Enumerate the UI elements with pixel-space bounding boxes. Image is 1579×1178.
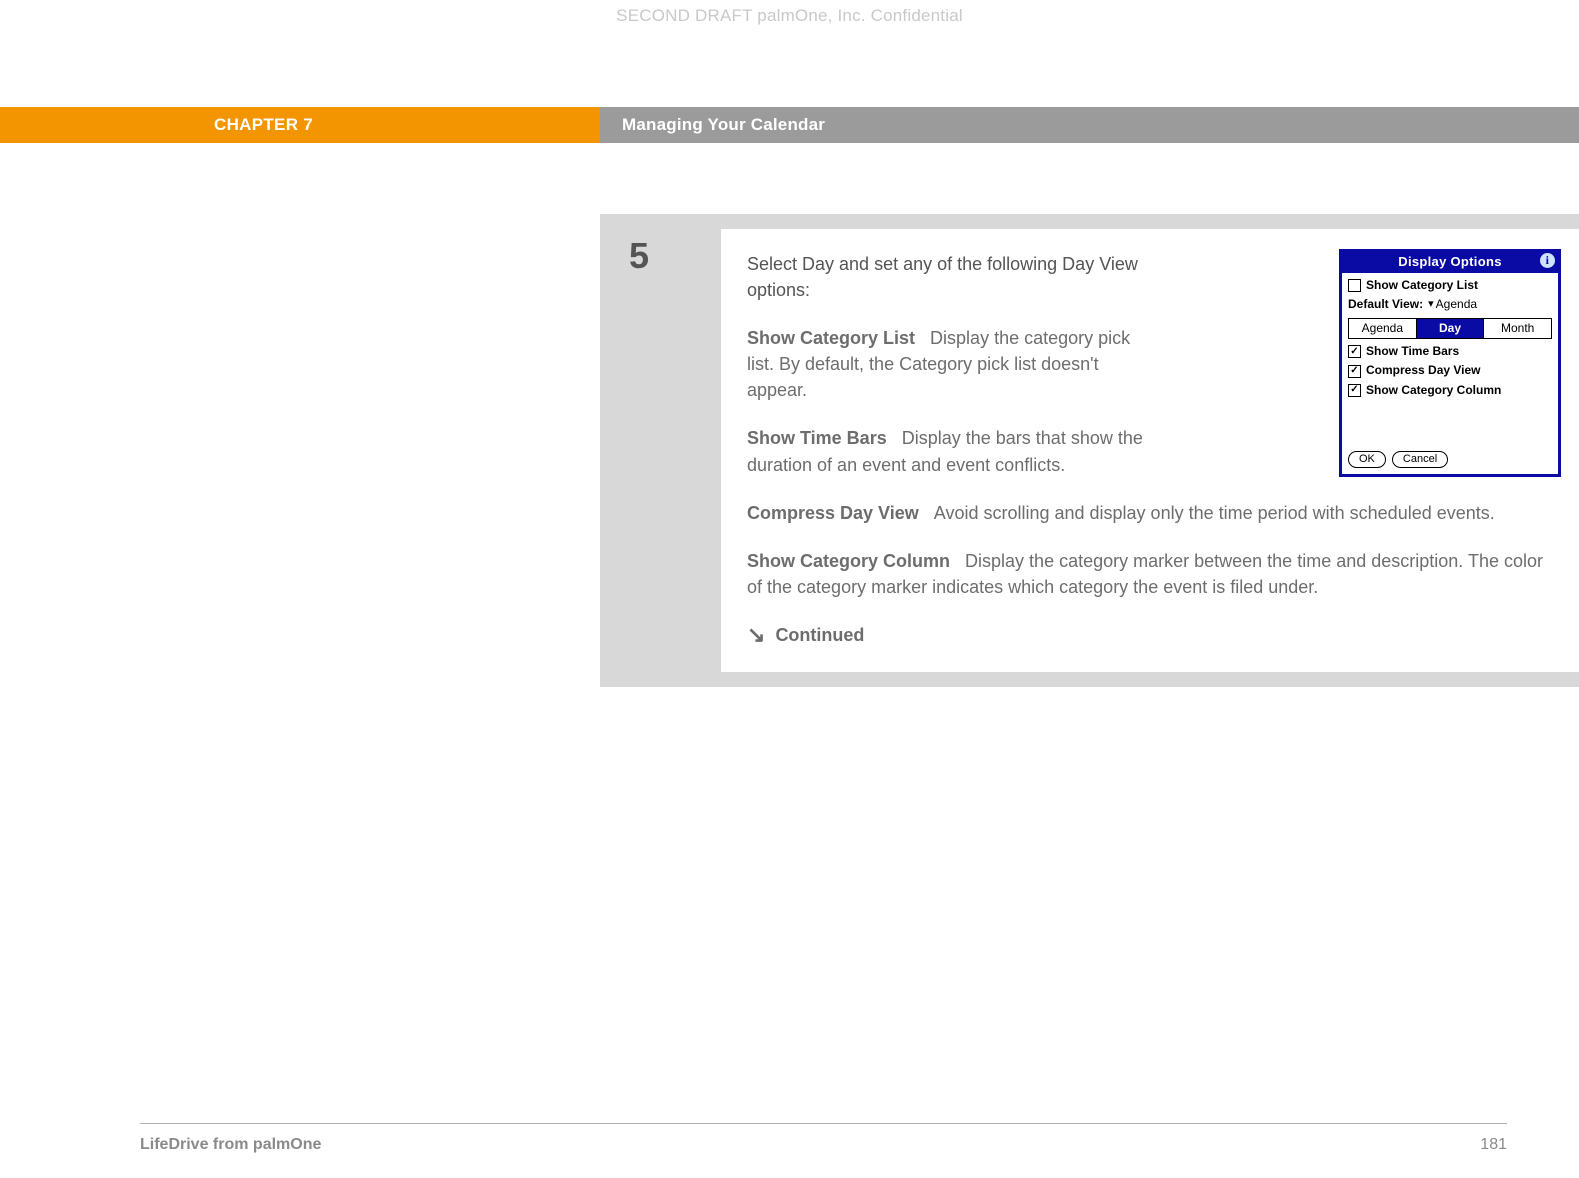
option-title: Show Category Column xyxy=(747,551,950,571)
step-block: 5 Select Day and set any of the followin… xyxy=(600,214,1579,687)
dialog-title: Display Options xyxy=(1398,254,1501,269)
option-title: Compress Day View xyxy=(747,503,919,523)
continued-arrow-icon: ↘ xyxy=(747,624,765,646)
step-number: 5 xyxy=(615,229,695,672)
footer-rule xyxy=(140,1123,1507,1124)
default-view-dropdown[interactable]: Agenda xyxy=(1428,296,1477,313)
step-content: Select Day and set any of the following … xyxy=(721,229,1579,672)
tab-month[interactable]: Month xyxy=(1484,319,1551,338)
show-category-column-row: ✓ Show Category Column xyxy=(1348,382,1552,399)
continued-indicator: ↘ Continued xyxy=(747,622,1561,648)
page-footer: LifeDrive from palmOne 181 xyxy=(140,1136,1507,1154)
option-show-time-bars: Show Time Bars Display the bars that sho… xyxy=(747,425,1147,477)
default-view-label: Default View: xyxy=(1348,296,1423,313)
show-category-column-checkbox[interactable]: ✓ xyxy=(1348,384,1361,397)
compress-day-view-row: ✓ Compress Day View xyxy=(1348,362,1552,379)
display-options-screenshot: Display Options i Show Category List Def… xyxy=(1339,249,1561,477)
option-desc: Avoid scrolling and display only the tim… xyxy=(934,503,1495,523)
tab-day[interactable]: Day xyxy=(1417,319,1485,338)
tab-agenda[interactable]: Agenda xyxy=(1349,319,1417,338)
compress-day-view-checkbox[interactable]: ✓ xyxy=(1348,365,1361,378)
option-compress-day-view: Compress Day View Avoid scrolling and di… xyxy=(747,500,1561,526)
continued-label: Continued xyxy=(775,622,864,648)
cancel-button[interactable]: Cancel xyxy=(1392,451,1448,468)
option-show-category-list: Show Category List Display the category … xyxy=(747,325,1147,403)
show-category-list-label: Show Category List xyxy=(1366,277,1478,294)
ok-button[interactable]: OK xyxy=(1348,451,1386,468)
section-title: Managing Your Calendar xyxy=(600,107,1579,143)
show-category-list-row: Show Category List xyxy=(1348,277,1552,294)
show-time-bars-checkbox[interactable]: ✓ xyxy=(1348,345,1361,358)
step-intro: Select Day and set any of the following … xyxy=(747,251,1147,303)
option-show-category-column: Show Category Column Display the categor… xyxy=(747,548,1561,600)
compress-day-view-label: Compress Day View xyxy=(1366,362,1481,379)
footer-product: LifeDrive from palmOne xyxy=(140,1136,321,1154)
footer-page-number: 181 xyxy=(1480,1136,1507,1154)
show-time-bars-row: ✓ Show Time Bars xyxy=(1348,343,1552,360)
show-time-bars-label: Show Time Bars xyxy=(1366,343,1459,360)
show-category-column-label: Show Category Column xyxy=(1366,382,1501,399)
view-tabs: Agenda Day Month xyxy=(1348,318,1552,339)
default-view-row: Default View: Agenda xyxy=(1348,296,1552,313)
info-icon[interactable]: i xyxy=(1540,253,1555,268)
draft-watermark: SECOND DRAFT palmOne, Inc. Confidential xyxy=(0,6,1579,26)
chapter-label: CHAPTER 7 xyxy=(0,107,600,143)
dialog-title-bar: Display Options i xyxy=(1342,252,1558,273)
show-category-list-checkbox[interactable] xyxy=(1348,279,1361,292)
option-title: Show Category List xyxy=(747,328,915,348)
header-band: CHAPTER 7 Managing Your Calendar xyxy=(0,107,1579,143)
option-title: Show Time Bars xyxy=(747,428,887,448)
